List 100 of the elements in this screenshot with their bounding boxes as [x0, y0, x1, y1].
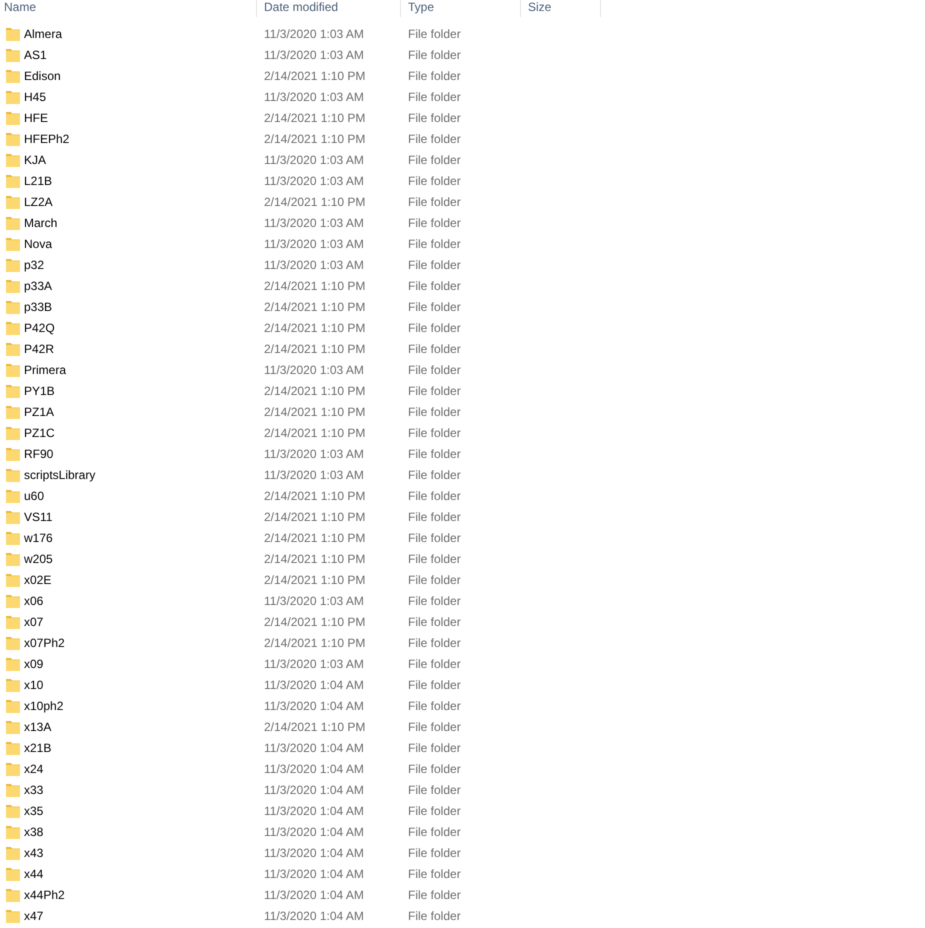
folder-icon [6, 488, 20, 502]
date-modified: 11/3/2020 1:03 AM [264, 468, 364, 482]
file-name[interactable]: x02E [24, 572, 52, 586]
folder-icon [6, 762, 20, 776]
date-modified: 11/3/2020 1:04 AM [264, 782, 364, 796]
file-name[interactable]: AS1 [24, 48, 47, 62]
file-type: File folder [408, 446, 461, 460]
file-name[interactable]: L21B [24, 174, 52, 188]
file-name[interactable]: VS11 [24, 510, 52, 524]
file-type: File folder [408, 90, 461, 104]
file-name[interactable]: x10 [24, 678, 44, 692]
file-type: File folder [408, 656, 461, 670]
column-header[interactable]: Date modified [257, 0, 401, 17]
file-name[interactable]: x07Ph2 [24, 636, 65, 650]
file-type: File folder [408, 258, 461, 272]
folder-icon [6, 110, 20, 124]
file-name[interactable]: Almera [24, 26, 62, 40]
file-name[interactable]: PZ1C [24, 426, 55, 440]
date-modified: 2/14/2021 1:10 PM [264, 342, 366, 356]
date-modified: 11/3/2020 1:03 AM [264, 48, 364, 62]
file-name[interactable]: p33B [24, 300, 52, 314]
folder-icon [6, 384, 20, 398]
file-name[interactable]: HFEPh2 [24, 132, 70, 146]
date-modified: 11/3/2020 1:03 AM [264, 152, 364, 166]
file-type: File folder [408, 488, 461, 502]
file-type: File folder [408, 362, 461, 376]
file-name[interactable]: March [24, 216, 58, 230]
folder-icon [6, 888, 20, 902]
date-modified: 2/14/2021 1:10 PM [264, 426, 366, 440]
file-name[interactable]: x10ph2 [24, 698, 64, 712]
file-name[interactable]: x47 [24, 908, 44, 922]
file-type: File folder [408, 300, 461, 314]
date-modified: 11/3/2020 1:03 AM [264, 174, 364, 188]
folder-icon [6, 908, 20, 922]
date-modified: 11/3/2020 1:03 AM [264, 594, 364, 608]
file-name[interactable]: Nova [24, 236, 52, 250]
file-type: File folder [408, 278, 461, 292]
date-modified: 11/3/2020 1:04 AM [264, 824, 364, 838]
file-name[interactable]: x07 [24, 614, 44, 628]
file-name[interactable]: x38 [24, 824, 44, 838]
file-type: File folder [408, 782, 461, 796]
file-type: File folder [408, 48, 461, 62]
file-name[interactable]: x13A [24, 720, 52, 734]
file-type: File folder [408, 216, 461, 230]
date-modified: 2/14/2021 1:10 PM [264, 530, 366, 544]
column-header[interactable]: Size [521, 0, 601, 17]
date-modified: 11/3/2020 1:04 AM [264, 740, 364, 754]
file-name[interactable]: x24 [24, 762, 44, 776]
date-modified: 11/3/2020 1:04 AM [264, 678, 364, 692]
file-type: File folder [408, 404, 461, 418]
column-header[interactable]: Type [401, 0, 521, 17]
date-modified: 11/3/2020 1:04 AM [264, 908, 364, 922]
file-name[interactable]: P42R [24, 342, 54, 356]
file-type: File folder [408, 720, 461, 734]
file-name[interactable]: H45 [24, 90, 46, 104]
date-modified: 2/14/2021 1:10 PM [264, 384, 366, 398]
file-name[interactable]: Edison [24, 68, 61, 82]
file-name[interactable]: p32 [24, 258, 44, 272]
file-type: File folder [408, 804, 461, 818]
date-modified: 11/3/2020 1:04 AM [264, 762, 364, 776]
file-name[interactable]: Primera [24, 362, 66, 376]
file-name[interactable]: LZ2A [24, 194, 53, 208]
file-name[interactable]: P42Q [24, 320, 55, 334]
folder-icon [6, 846, 20, 860]
date-modified: 2/14/2021 1:10 PM [264, 552, 366, 566]
file-name[interactable]: RF90 [24, 446, 54, 460]
file-type: File folder [408, 110, 461, 124]
file-name[interactable]: x21B [24, 740, 52, 754]
folder-icon [6, 656, 20, 670]
file-name[interactable]: w205 [24, 552, 53, 566]
date-modified: 2/14/2021 1:10 PM [264, 110, 366, 124]
file-name[interactable]: x44 [24, 866, 44, 880]
file-name[interactable]: x43 [24, 846, 44, 860]
date-modified: 11/3/2020 1:03 AM [264, 446, 364, 460]
file-name[interactable]: x06 [24, 594, 44, 608]
date-modified: 11/3/2020 1:03 AM [264, 656, 364, 670]
file-type: File folder [408, 762, 461, 776]
date-modified: 11/3/2020 1:04 AM [264, 888, 364, 902]
file-name[interactable]: x35 [24, 804, 44, 818]
file-name[interactable]: PY1B [24, 384, 55, 398]
file-name[interactable]: HFE [24, 110, 48, 124]
file-type: File folder [408, 552, 461, 566]
file-type: File folder [408, 698, 461, 712]
folder-icon [6, 804, 20, 818]
date-modified: 11/3/2020 1:04 AM [264, 846, 364, 860]
date-modified: 2/14/2021 1:10 PM [264, 194, 366, 208]
date-modified: 2/14/2021 1:10 PM [264, 68, 366, 82]
folder-icon [6, 552, 20, 566]
file-name[interactable]: PZ1A [24, 404, 54, 418]
column-header[interactable]: Name [0, 0, 257, 17]
file-name[interactable]: scriptsLibrary [24, 468, 96, 482]
file-name[interactable]: x33 [24, 782, 44, 796]
file-name[interactable]: u60 [24, 488, 44, 502]
date-modified: 11/3/2020 1:04 AM [264, 866, 364, 880]
file-name[interactable]: p33A [24, 278, 52, 292]
file-name[interactable]: KJA [24, 152, 46, 166]
folder-icon [6, 26, 20, 40]
file-name[interactable]: w176 [24, 530, 53, 544]
file-name[interactable]: x09 [24, 656, 44, 670]
file-name[interactable]: x44Ph2 [24, 888, 65, 902]
